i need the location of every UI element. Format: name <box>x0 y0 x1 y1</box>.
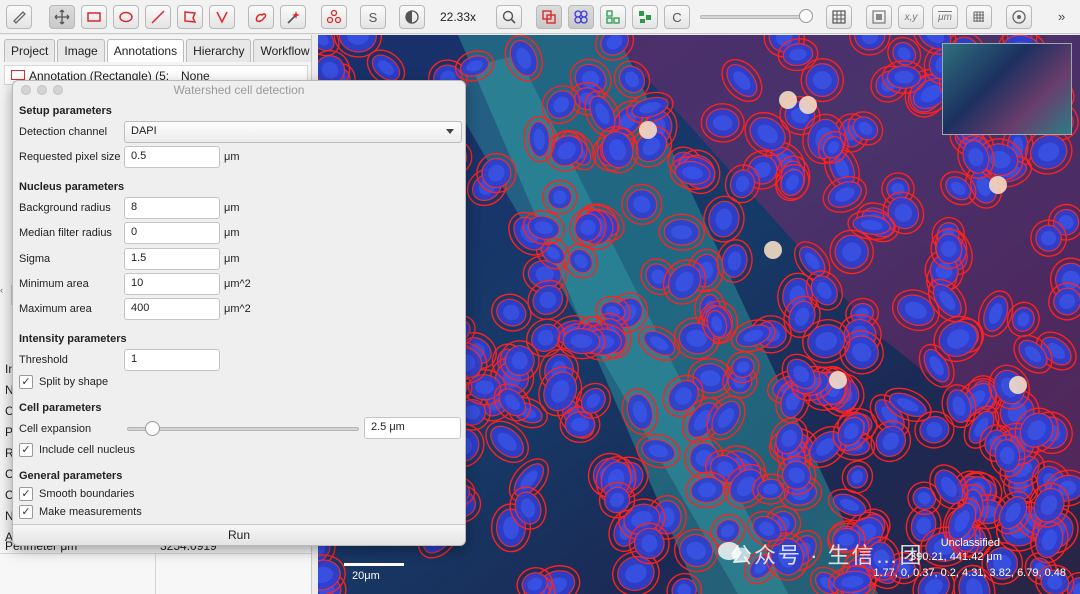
measure-icon[interactable] <box>6 5 32 29</box>
scale-bar <box>344 563 404 566</box>
opacity-slider-knob[interactable] <box>799 9 813 23</box>
c-label: C <box>672 9 682 25</box>
rectangle-icon[interactable] <box>81 5 107 29</box>
threshold-label: Threshold <box>19 354 68 366</box>
more-tools-button[interactable]: » <box>1058 9 1065 24</box>
points-icon[interactable] <box>321 5 347 29</box>
grid-icon[interactable] <box>826 5 852 29</box>
channel-values: 1.77, 0, 0.37, 0.2, 4.31, 3.82, 6.79, 0.… <box>873 567 1066 579</box>
show-annotations-icon[interactable] <box>536 5 562 29</box>
detection-channel-label: Detection channel <box>19 126 108 138</box>
panel-tabs: Project Image Annotations Hierarchy Work… <box>4 39 311 62</box>
collapse-arrow-icon[interactable]: ‹ <box>0 285 12 305</box>
scalebar-icon[interactable]: μm <box>932 5 958 29</box>
cursor-coordinates: 390.21, 441.42 μm <box>910 551 1002 563</box>
fill-detections-icon[interactable] <box>632 5 658 29</box>
cell-expansion-slider[interactable] <box>127 427 359 431</box>
background-radius-field[interactable]: 8 <box>124 197 220 219</box>
make-measurements-checkbox[interactable]: ✓ <box>19 505 33 519</box>
image-overview-thumbnail[interactable] <box>942 43 1072 135</box>
smooth-boundaries-label: Smooth boundaries <box>39 488 135 500</box>
cell-expansion-label: Cell expansion <box>19 423 92 435</box>
zoom-to-fit-icon[interactable] <box>496 5 522 29</box>
cursor-classification: Unclassified <box>940 537 1000 549</box>
sigma-field[interactable]: 1.5 <box>124 248 220 270</box>
watermark-text: 公众号 · 生信…团 <box>730 543 924 568</box>
make-measurements-label: Make measurements <box>39 506 142 518</box>
setup-section-header: Setup parameters <box>19 105 112 117</box>
maximum-area-field[interactable]: 400 <box>124 298 220 320</box>
dialog-title: Watershed cell detection <box>173 83 305 97</box>
polygon-icon[interactable] <box>177 5 203 29</box>
tab-image[interactable]: Image <box>57 39 105 62</box>
detection-channel-select[interactable]: DAPI <box>124 121 462 143</box>
include-nucleus-checkbox[interactable]: ✓ <box>19 443 33 457</box>
chevron-down-icon <box>446 129 454 134</box>
minimum-area-field[interactable]: 10 <box>124 273 220 295</box>
pixel-size-label: Requested pixel size <box>19 151 121 163</box>
tab-project[interactable]: Project <box>4 39 56 62</box>
rectangle-annotation-icon <box>11 70 25 80</box>
main-toolbar: S 22.33x C x,y μm » <box>0 0 1080 34</box>
ellipse-icon[interactable] <box>113 5 139 29</box>
wand-icon[interactable] <box>280 5 306 29</box>
maximum-area-label: Maximum area <box>19 303 92 315</box>
measurement-table-empty <box>0 553 311 594</box>
brush-icon[interactable] <box>248 5 274 29</box>
xy-label: x,y <box>904 11 918 23</box>
polyline-icon[interactable] <box>209 5 235 29</box>
tab-hierarchy[interactable]: Hierarchy <box>186 39 252 62</box>
general-section-header: General parameters <box>19 470 123 482</box>
background-radius-unit: μm <box>224 202 240 214</box>
show-tma-grid-icon[interactable] <box>600 5 626 29</box>
background-radius-label: Background radius <box>19 202 111 214</box>
cell-boundaries-icon[interactable]: C <box>664 5 690 29</box>
split-by-shape-checkbox[interactable]: ✓ <box>19 375 33 389</box>
cell-section-header: Cell parameters <box>19 402 102 414</box>
scale-bar-label: 20μm <box>352 570 380 582</box>
selection-mode-label: S <box>368 9 378 25</box>
line-icon[interactable] <box>145 5 171 29</box>
maximum-area-unit: μm^2 <box>224 303 251 315</box>
intensity-section-header: Intensity parameters <box>19 333 127 345</box>
median-filter-unit: μm <box>224 227 240 239</box>
include-nucleus-label: Include cell nucleus <box>39 444 136 456</box>
contrast-icon[interactable] <box>399 5 425 29</box>
pixel-size-unit: μm <box>224 151 240 163</box>
tab-workflow[interactable]: Workflow <box>253 39 311 62</box>
nucleus-section-header: Nucleus parameters <box>19 181 125 193</box>
minimum-area-label: Minimum area <box>19 278 89 290</box>
watershed-cell-detection-dialog: Watershed cell detection Setup parameter… <box>12 80 466 546</box>
opacity-slider[interactable] <box>700 15 808 19</box>
show-detections-icon[interactable] <box>568 5 594 29</box>
tab-annotations[interactable]: Annotations <box>106 39 185 62</box>
median-filter-field[interactable]: 0 <box>124 222 220 244</box>
um-label: μm <box>938 11 952 23</box>
pixel-grid-icon[interactable] <box>966 5 992 29</box>
move-icon[interactable] <box>49 5 75 29</box>
location-icon[interactable]: x,y <box>898 5 924 29</box>
median-filter-label: Median filter radius <box>19 227 112 239</box>
sigma-unit: μm <box>224 253 240 265</box>
zoom-level: 22.33x <box>440 10 477 24</box>
split-by-shape-label: Split by shape <box>39 376 109 388</box>
settings-icon[interactable] <box>1006 5 1032 29</box>
sigma-label: Sigma <box>19 253 51 265</box>
run-button[interactable]: Run <box>13 524 465 545</box>
pixel-size-field[interactable]: 0.5 <box>124 146 220 168</box>
cell-expansion-field[interactable]: 2.5 μm <box>364 417 461 439</box>
cell-expansion-slider-knob[interactable] <box>145 421 160 436</box>
threshold-field[interactable]: 1 <box>124 349 220 371</box>
selection-mode-icon[interactable]: S <box>360 5 386 29</box>
overview-icon[interactable] <box>866 5 892 29</box>
minimum-area-unit: μm^2 <box>224 278 251 290</box>
smooth-boundaries-checkbox[interactable]: ✓ <box>19 487 33 501</box>
detection-channel-value: DAPI <box>131 125 157 137</box>
